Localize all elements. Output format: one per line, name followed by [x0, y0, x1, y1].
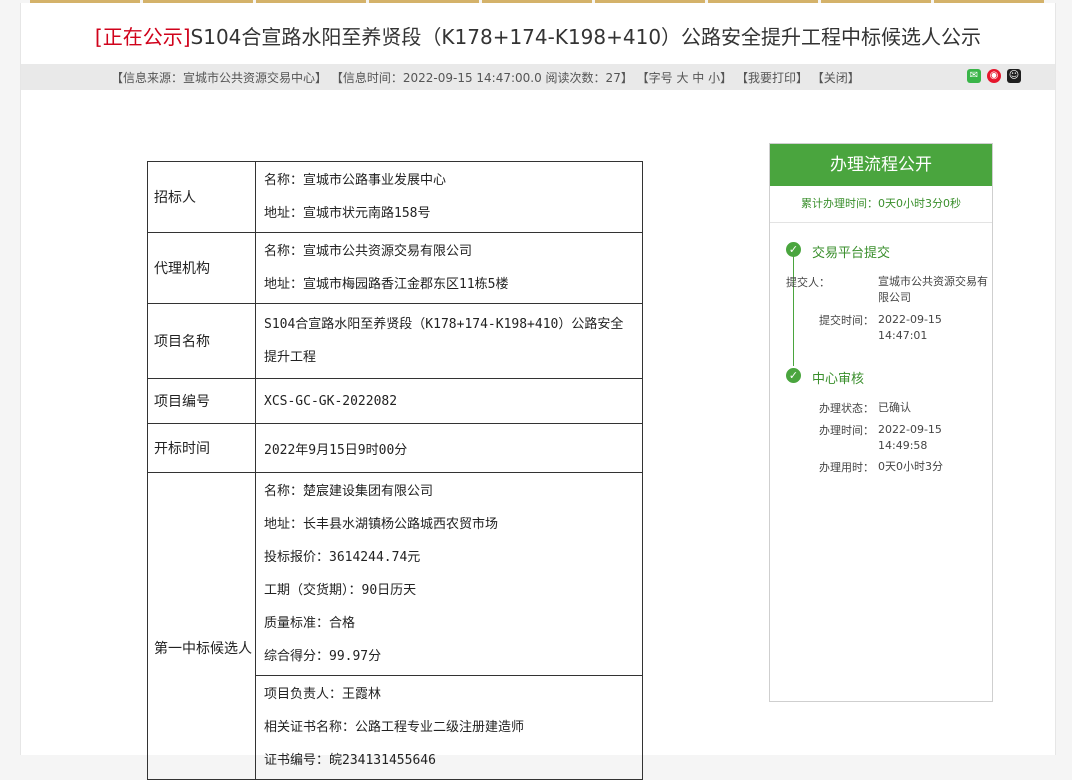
project-manager-cell: 项目负责人：王霞林 相关证书名称：公路工程专业二级注册建造师 证书编号：皖234…	[255, 675, 643, 780]
timeline-line	[793, 256, 794, 366]
used-time: 0天0小时3分	[878, 460, 943, 473]
agent-address: 地址：宣城市梅园路香江金郡东区11栋5楼	[264, 277, 509, 292]
certificate-name: 相关证书名称：公路工程专业二级注册建造师	[264, 720, 525, 735]
info-time: 【信息时间：2022-09-15 14:47:00.0 阅读次数：27】	[330, 71, 633, 85]
project-name: S104合宣路水阳至养贤段（K178+174-K198+410）公路安全提升工程	[264, 317, 624, 365]
first-candidate-address: 地址：长丰县水湖镇杨公路城西农贸市场	[264, 517, 499, 532]
tenderer-label: 招标人	[147, 161, 256, 233]
first-candidate-name: 名称：楚宸建设集团有限公司	[264, 484, 434, 499]
submit-time-label: 提交时间：	[819, 314, 874, 327]
check-icon: ✓	[786, 368, 801, 383]
certificate-number: 证书编号：皖234131455646	[264, 753, 436, 768]
project-name-cell: S104合宣路水阳至养贤段（K178+174-K198+410）公路安全提升工程	[255, 303, 643, 379]
notice-page: [正在公示]S104合宣路水阳至养贤段（K178+174-K198+410）公路…	[20, 3, 1056, 780]
open-time-label: 开标时间	[147, 423, 256, 473]
total-time: 累计办理时间：0天0小时3分0秒	[770, 186, 992, 223]
check-icon: ✓	[786, 242, 801, 257]
submitter-label: 提交人：	[786, 276, 830, 289]
qq-icon[interactable]: ☺	[1007, 69, 1021, 83]
step-name: 交易平台提交	[812, 246, 891, 261]
agent-cell: 名称：宣城市公共资源交易有限公司 地址：宣城市梅园路香江金郡东区11栋5楼	[255, 232, 643, 304]
candidate-table: 招标人 名称：宣城市公路事业发展中心 地址：宣城市状元南路158号 代理机构 名…	[147, 161, 643, 780]
overall-score: 综合得分：99.97分	[264, 649, 382, 664]
page-title: [正在公示]S104合宣路水阳至养贤段（K178+174-K198+410）公路…	[21, 21, 1055, 50]
process-panel: 办理流程公开 累计办理时间：0天0小时3分0秒 ✓ 交易平台提交 提交人： 宣城…	[769, 143, 993, 702]
project-manager: 项目负责人：王霞林	[264, 687, 382, 702]
project-name-label: 项目名称	[147, 303, 256, 379]
open-time: 2022年9月15日9时00分	[255, 423, 643, 473]
used-time-label: 办理用时：	[819, 461, 874, 474]
submitter: 宣城市公共资源交易有限公司	[878, 275, 988, 304]
status-label: 办理状态：	[819, 402, 874, 415]
info-source: 【信息来源：宣城市公共资源交易中心】	[111, 71, 328, 85]
review-time-label: 办理时间：	[819, 424, 874, 437]
print-link[interactable]: 【我要打印】	[736, 71, 808, 85]
bid-price: 投标报价：3614244.74元	[264, 550, 421, 565]
process-title: 办理流程公开	[770, 144, 992, 186]
close-link[interactable]: 【关闭】	[812, 71, 860, 85]
first-candidate-label: 第一中标候选人	[147, 472, 256, 780]
agent-label: 代理机构	[147, 232, 256, 304]
tenderer-cell: 名称：宣城市公路事业发展中心 地址：宣城市状元南路158号	[255, 161, 643, 233]
weibo-icon[interactable]: ◉	[987, 69, 1001, 83]
review-time: 2022-09-15 14:49:58	[878, 423, 942, 452]
tenderer-name: 名称：宣城市公路事业发展中心	[264, 173, 447, 188]
notice-title: S104合宣路水阳至养贤段（K178+174-K198+410）公路安全提升工程…	[190, 25, 982, 49]
submit-time: 2022-09-15 14:47:01	[878, 313, 942, 342]
font-size-control[interactable]: 【字号 大 中 小】	[637, 71, 732, 85]
status-tag: [正在公示]	[94, 25, 191, 49]
step-name: 中心审核	[812, 372, 865, 387]
project-code: XCS-GC-GK-2022082	[255, 378, 643, 424]
construction-period: 工期（交货期）：90日历天	[264, 583, 417, 598]
quality-standard: 质量标准：合格	[264, 616, 356, 631]
tenderer-address: 地址：宣城市状元南路158号	[264, 206, 431, 221]
wechat-icon[interactable]: ✉	[967, 69, 981, 83]
share-bar: ✉ ◉ ☺	[967, 69, 1021, 83]
project-code-label: 项目编号	[147, 378, 256, 424]
first-candidate-cell: 名称：楚宸建设集团有限公司 地址：长丰县水湖镇杨公路城西农贸市场 投标报价：36…	[255, 472, 643, 676]
status-value: 已确认	[878, 401, 911, 414]
agent-name: 名称：宣城市公共资源交易有限公司	[264, 244, 473, 259]
meta-line: 【信息来源：宣城市公共资源交易中心】 【信息时间：2022-09-15 14:4…	[111, 69, 860, 86]
info-bar: 【信息来源：宣城市公共资源交易中心】 【信息时间：2022-09-15 14:4…	[21, 64, 1055, 90]
